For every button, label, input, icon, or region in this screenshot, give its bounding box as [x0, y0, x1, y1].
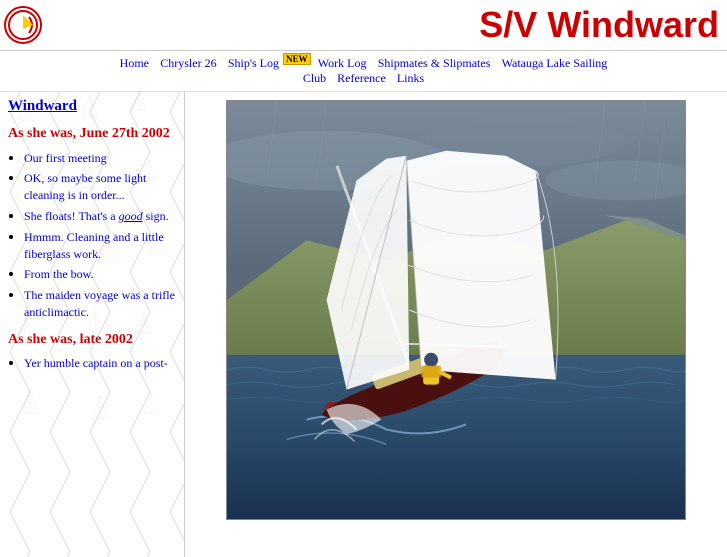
sidebar-link-1[interactable]: Our first meeting — [24, 151, 107, 165]
nav-work-log[interactable]: Work Log — [318, 56, 367, 70]
sidebar-list-1: Our first meeting OK, so maybe some ligh… — [8, 150, 176, 321]
list-item: She floats! That's a good sign. — [24, 208, 176, 225]
nav-reference[interactable]: Reference — [337, 71, 386, 85]
new-badge: NEW — [283, 53, 311, 65]
sidebar-link-4[interactable]: Hmmm. Cleaning and a little fiberglass w… — [24, 230, 164, 261]
list-item: The maiden voyage was a trifle anticlima… — [24, 287, 176, 321]
sidebar-list-2: Yer humble captain on a post- — [8, 355, 176, 372]
italic-good: good — [119, 209, 143, 223]
nav-links[interactable]: Links — [397, 71, 424, 85]
list-item: Our first meeting — [24, 150, 176, 167]
nav-chrysler[interactable]: Chrysler 26 — [160, 56, 216, 70]
sidebar-section-heading-2: As she was, late 2002 — [8, 331, 176, 349]
nav-ships-log[interactable]: Ship's Log — [228, 56, 279, 70]
nav-shipmates[interactable]: Shipmates & Slipmates — [378, 56, 491, 70]
logo-area — [4, 6, 84, 44]
sidebar-link-3[interactable]: She floats! That's a good sign. — [24, 209, 169, 223]
logo-circle — [4, 6, 42, 44]
nav-row-2: Club Reference Links — [4, 71, 723, 88]
content-area — [185, 92, 727, 557]
nav-watauga[interactable]: Watauga Lake Sailing — [502, 56, 608, 70]
nav-row-1: Home Chrysler 26 Ship's LogNEW Work Log … — [116, 55, 612, 70]
logo-svg — [7, 9, 39, 41]
nav-club[interactable]: Club — [303, 71, 326, 85]
sidebar-link-6[interactable]: The maiden voyage was a trifle anticlima… — [24, 288, 175, 319]
sidebar-link-5[interactable]: From the bow. — [24, 267, 94, 281]
sidebar-section-heading-1: As she was, June 27th 2002 — [8, 125, 176, 143]
nav-bar: Home Chrysler 26 Ship's LogNEW Work Log … — [0, 51, 727, 92]
header: S/V Windward — [0, 0, 727, 51]
main-content: Windward As she was, June 27th 2002 Our … — [0, 92, 727, 557]
list-item: From the bow. — [24, 266, 176, 283]
nav-home[interactable]: Home — [120, 56, 149, 70]
main-image — [226, 100, 686, 520]
list-item: Yer humble captain on a post- — [24, 355, 176, 372]
list-item: Hmmm. Cleaning and a little fiberglass w… — [24, 229, 176, 263]
boat-scene-svg — [227, 101, 685, 519]
sidebar-title-link[interactable]: Windward — [8, 98, 176, 115]
list-item: OK, so maybe some light cleaning is in o… — [24, 170, 176, 204]
sidebar-link-7[interactable]: Yer humble captain on a post- — [24, 356, 168, 370]
sidebar-link-2[interactable]: OK, so maybe some light cleaning is in o… — [24, 171, 146, 202]
sidebar: Windward As she was, June 27th 2002 Our … — [0, 92, 185, 557]
site-title: S/V Windward — [84, 4, 719, 46]
